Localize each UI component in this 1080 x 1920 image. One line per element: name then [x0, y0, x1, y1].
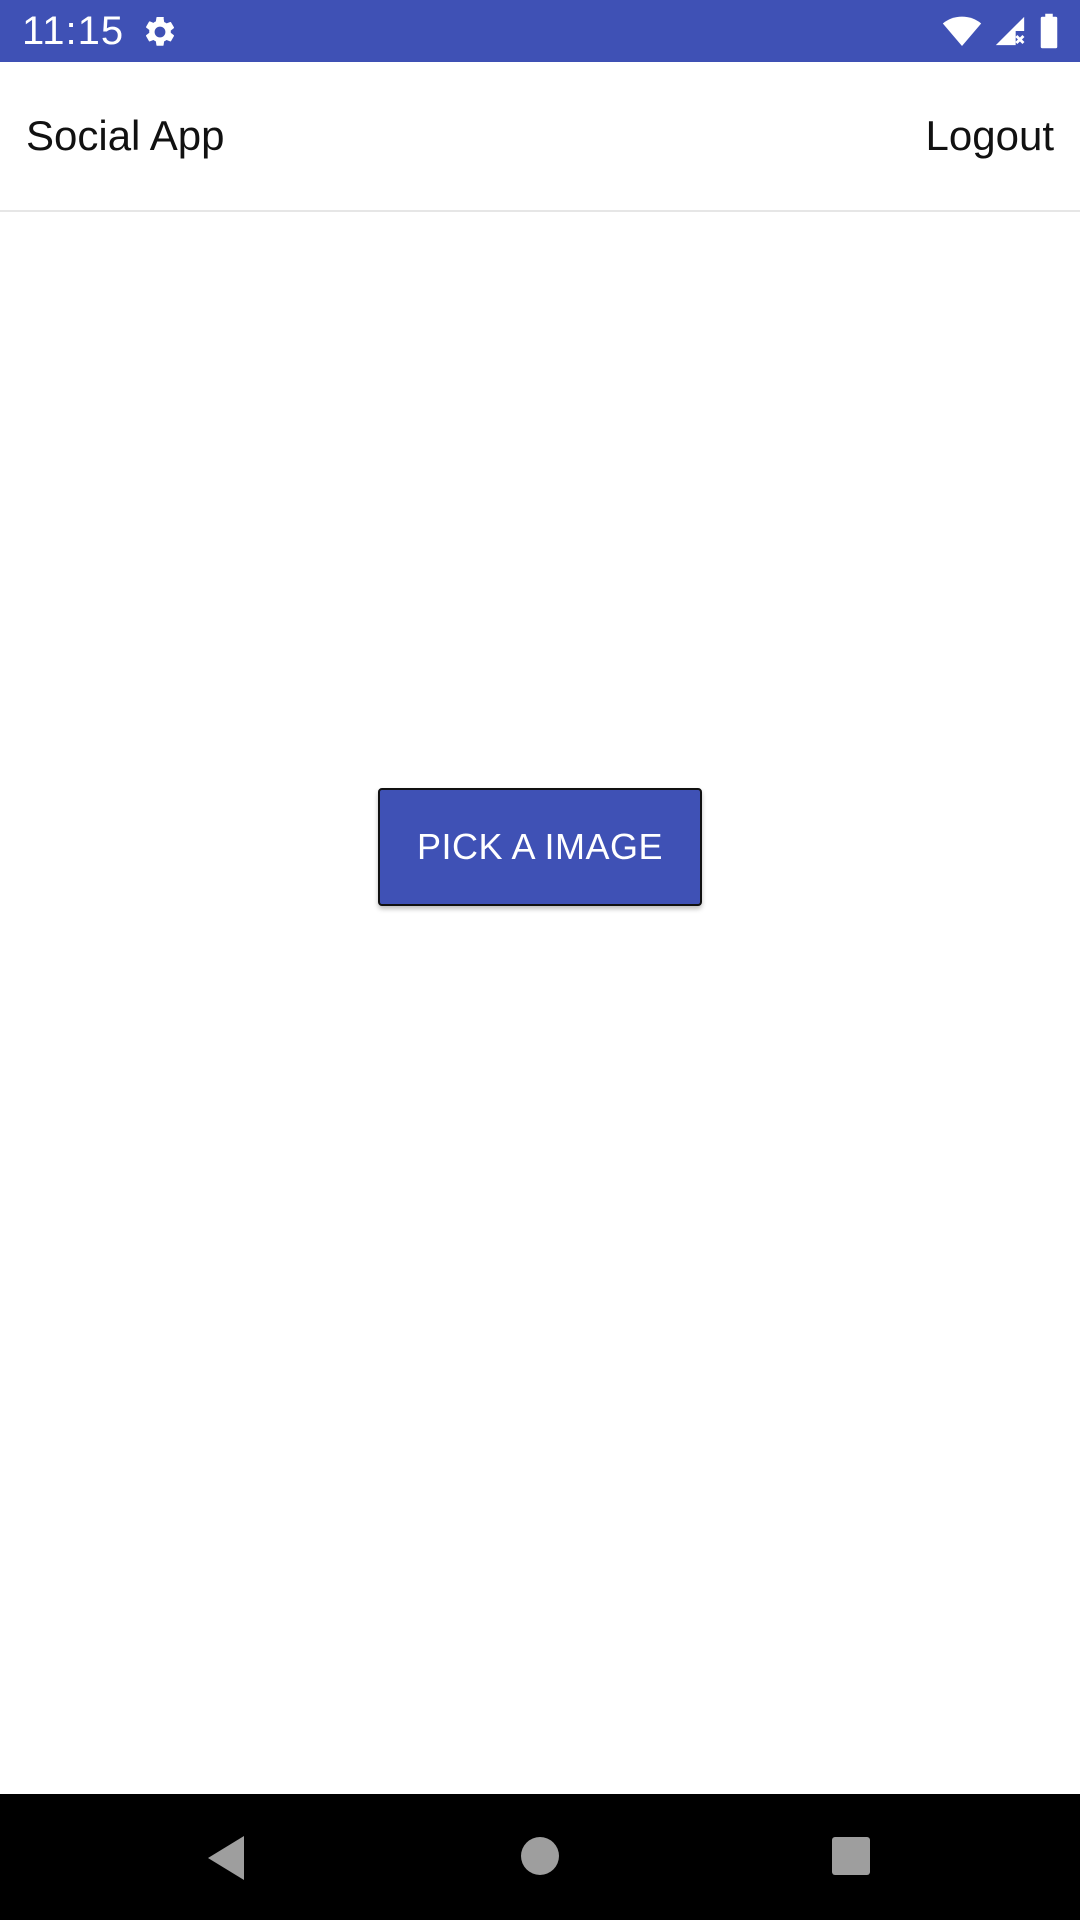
signal-icon: [992, 14, 1028, 48]
logout-button[interactable]: Logout: [926, 112, 1054, 160]
status-icons: [942, 12, 1060, 50]
back-icon[interactable]: [204, 1834, 248, 1882]
screen: 11:15 Social App Logout PICK A IMAGE: [0, 0, 1080, 1920]
app-bar: Social App Logout: [0, 62, 1080, 212]
navigation-bar: [0, 1794, 1080, 1920]
home-icon[interactable]: [520, 1836, 560, 1876]
main-content: PICK A IMAGE: [0, 212, 1080, 1794]
battery-icon: [1038, 13, 1060, 49]
recents-icon[interactable]: [831, 1836, 871, 1876]
status-time: 11:15: [22, 9, 125, 53]
app-title: Social App: [26, 112, 225, 159]
status-bar: 11:15: [0, 0, 1080, 62]
wifi-icon: [942, 14, 982, 48]
gear-icon: [142, 14, 178, 50]
pick-image-button[interactable]: PICK A IMAGE: [378, 788, 702, 906]
